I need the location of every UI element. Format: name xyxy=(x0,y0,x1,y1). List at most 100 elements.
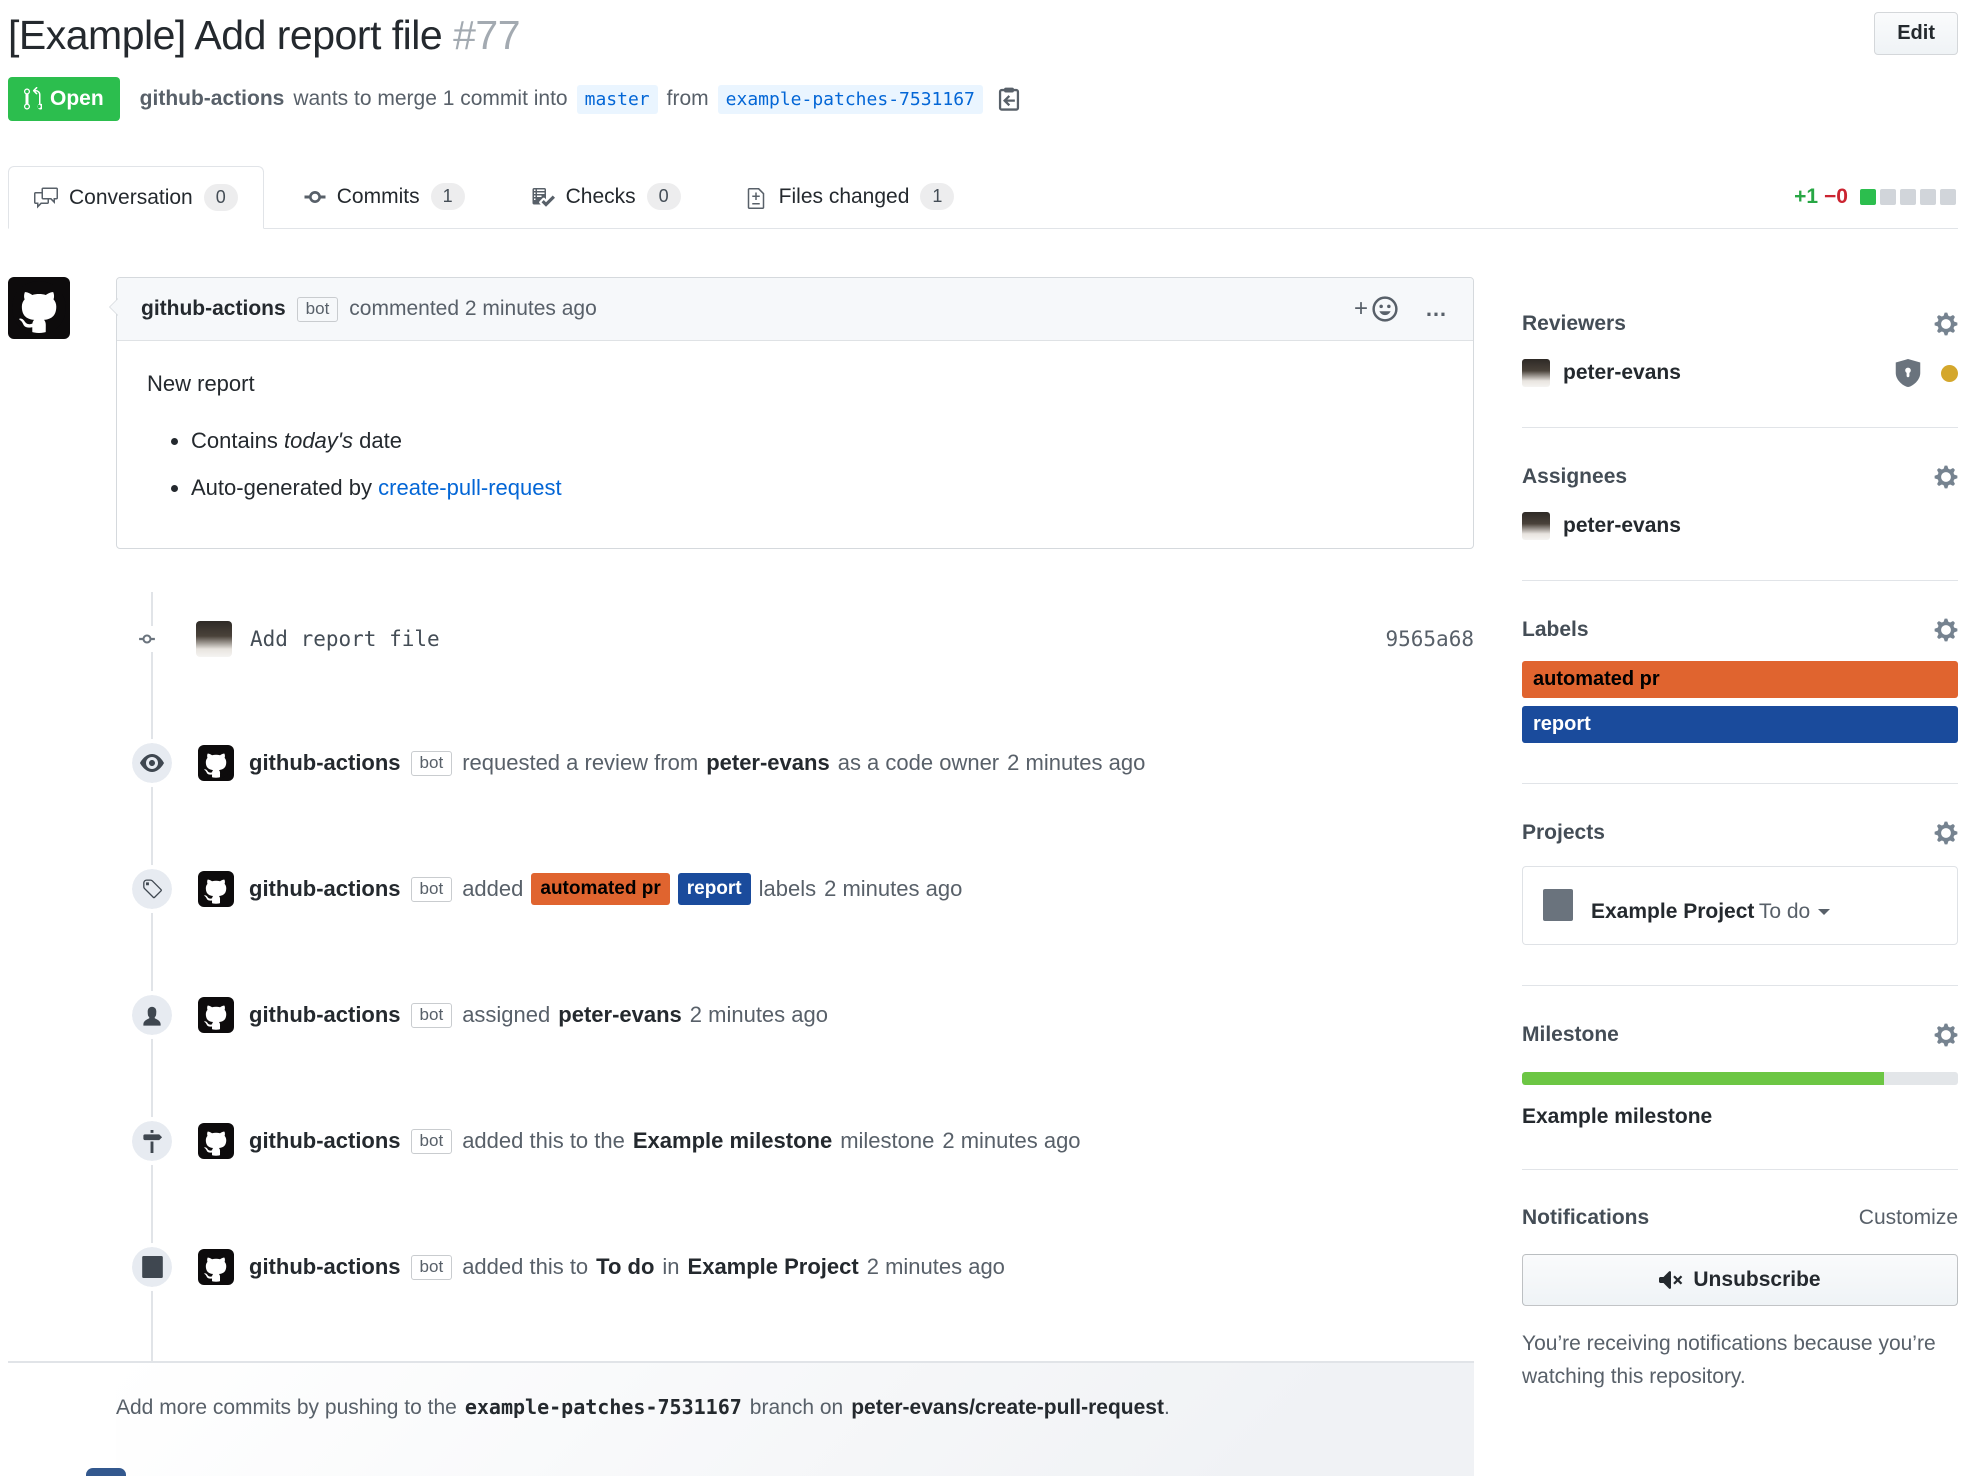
diffstat-additions: +1 xyxy=(1794,185,1818,209)
comment-bullet-1: Contains today's date xyxy=(191,424,1443,457)
head-branch-chip[interactable]: example-patches-7531167 xyxy=(718,85,983,114)
pr-state-label: Open xyxy=(50,87,104,111)
event-text: added this to the xyxy=(462,1128,625,1154)
base-branch-chip[interactable]: master xyxy=(577,85,658,114)
milestone-gear-button[interactable] xyxy=(1934,1022,1958,1048)
project-column-link[interactable]: To do xyxy=(596,1254,654,1280)
project-icon xyxy=(132,1247,172,1287)
event-actor[interactable]: github-actions xyxy=(249,876,401,902)
github-actions-avatar[interactable] xyxy=(198,1249,234,1285)
github-actions-avatar[interactable] xyxy=(198,745,234,781)
push-hint-text: branch on xyxy=(750,1396,843,1419)
assignee-name[interactable]: peter-evans xyxy=(1563,514,1681,538)
timeline-event-added-to-project: github-actions bot added this to To do i… xyxy=(8,1247,1474,1287)
label-automated-pr[interactable]: automated pr xyxy=(531,873,669,905)
peter-evans-avatar[interactable] xyxy=(196,621,232,657)
label-report[interactable]: report xyxy=(678,873,751,905)
projects-gear-button[interactable] xyxy=(1934,820,1958,846)
github-actions-avatar[interactable] xyxy=(198,871,234,907)
tab-commits-count: 1 xyxy=(431,183,465,210)
pr-author-link[interactable]: github-actions xyxy=(140,87,285,111)
commit-message-link[interactable]: Add report file xyxy=(250,627,440,651)
project-card: Example Project To do xyxy=(1522,866,1958,945)
comment-header: github-actions bot commented 2 minutes a… xyxy=(117,278,1473,341)
peter-evans-avatar[interactable] xyxy=(1522,359,1550,387)
create-pull-request-link[interactable]: create-pull-request xyxy=(378,475,561,500)
edit-button[interactable]: Edit xyxy=(1874,12,1958,55)
kebab-menu-button[interactable]: … xyxy=(1425,296,1449,322)
project-link[interactable]: Example Project xyxy=(688,1254,859,1280)
bot-badge: bot xyxy=(411,1255,453,1280)
shield-icon xyxy=(1895,359,1921,387)
from-word: from xyxy=(667,87,709,111)
peter-evans-avatar[interactable] xyxy=(1522,512,1550,540)
octocat-icon xyxy=(200,873,232,905)
tab-commits[interactable]: Commits 1 xyxy=(278,165,491,228)
tab-checks[interactable]: Checks 0 xyxy=(505,165,707,228)
push-hint-period: . xyxy=(1164,1396,1170,1419)
reviewer-name[interactable]: peter-evans xyxy=(1563,361,1681,385)
event-timestamp[interactable]: 2 minutes ago xyxy=(690,1002,828,1028)
merge-summary-text: wants to merge 1 commit into xyxy=(293,87,567,111)
assignees-gear-button[interactable] xyxy=(1934,464,1958,490)
push-hint-text: Add more commits by pushing to the xyxy=(116,1396,457,1419)
diffstat-block xyxy=(1880,189,1896,205)
timeline-event-labeled: github-actions bot added automated pr re… xyxy=(8,869,1474,909)
diffstat-block xyxy=(1900,189,1916,205)
sidebar-section-labels: Labels automated pr report xyxy=(1522,617,1958,784)
push-hint-branch: example-patches-7531167 xyxy=(465,1395,742,1419)
pr-state-badge: Open xyxy=(8,77,120,121)
bot-badge: bot xyxy=(411,1129,453,1154)
tab-files-changed[interactable]: Files changed 1 xyxy=(721,165,981,228)
commit-sha-link[interactable]: 9565a68 xyxy=(1385,627,1474,651)
event-timestamp[interactable]: 2 minutes ago xyxy=(867,1254,1005,1280)
pr-title-text: [Example] Add report file xyxy=(8,12,442,58)
octocat-icon xyxy=(200,1125,232,1157)
person-icon xyxy=(132,995,172,1035)
bot-badge: bot xyxy=(411,877,453,902)
event-actor[interactable]: github-actions xyxy=(249,1128,401,1154)
event-text: requested a review from xyxy=(462,750,698,776)
tab-conversation[interactable]: Conversation 0 xyxy=(8,166,264,229)
event-actor[interactable]: github-actions xyxy=(249,1254,401,1280)
milestone-link[interactable]: Example milestone xyxy=(633,1128,832,1154)
tag-icon xyxy=(132,869,172,909)
tab-checks-label: Checks xyxy=(566,185,636,209)
reviewers-gear-button[interactable] xyxy=(1934,311,1958,337)
customize-link[interactable]: Customize xyxy=(1859,1206,1958,1230)
project-name-link[interactable]: Example Project xyxy=(1591,900,1754,923)
event-text: in xyxy=(662,1254,679,1280)
github-actions-avatar[interactable] xyxy=(8,277,70,339)
event-timestamp[interactable]: 2 minutes ago xyxy=(942,1128,1080,1154)
timeline-commit: Add report file 9565a68 xyxy=(8,621,1474,657)
copy-branch-button[interactable] xyxy=(996,85,1022,113)
cutoff-element xyxy=(86,1468,126,1476)
comment-meta: commented 2 minutes ago xyxy=(349,297,596,321)
tab-checks-count: 0 xyxy=(647,183,681,210)
label-automated-pr[interactable]: automated pr xyxy=(1522,661,1958,698)
project-column-dropdown[interactable]: To do xyxy=(1759,900,1830,924)
label-report[interactable]: report xyxy=(1522,706,1958,743)
add-reaction-button[interactable]: + xyxy=(1354,295,1399,323)
event-user-link[interactable]: peter-evans xyxy=(558,1002,682,1028)
reviewer-row: peter-evans xyxy=(1522,359,1958,387)
event-timestamp[interactable]: 2 minutes ago xyxy=(1007,750,1145,776)
labels-gear-button[interactable] xyxy=(1934,617,1958,643)
diffstat: +1 −0 xyxy=(1794,185,1958,209)
tab-conversation-label: Conversation xyxy=(69,186,193,210)
event-user-link[interactable]: peter-evans xyxy=(706,750,830,776)
tab-commits-label: Commits xyxy=(337,185,420,209)
projects-title: Projects xyxy=(1522,821,1605,845)
milestone-link[interactable]: Example milestone xyxy=(1522,1105,1958,1129)
discussion-timeline: github-actions bot commented 2 minutes a… xyxy=(8,277,1474,1476)
pr-header: [Example] Add report file #77 Edit xyxy=(8,10,1958,61)
github-actions-avatar[interactable] xyxy=(198,1123,234,1159)
github-actions-avatar[interactable] xyxy=(198,997,234,1033)
event-timestamp[interactable]: 2 minutes ago xyxy=(824,876,962,902)
unsubscribe-button[interactable]: Unsubscribe xyxy=(1522,1254,1958,1306)
reviewers-title: Reviewers xyxy=(1522,312,1626,336)
comment-author-link[interactable]: github-actions xyxy=(141,297,286,321)
event-actor[interactable]: github-actions xyxy=(249,1002,401,1028)
assignee-row: peter-evans xyxy=(1522,512,1958,540)
event-actor[interactable]: github-actions xyxy=(249,750,401,776)
